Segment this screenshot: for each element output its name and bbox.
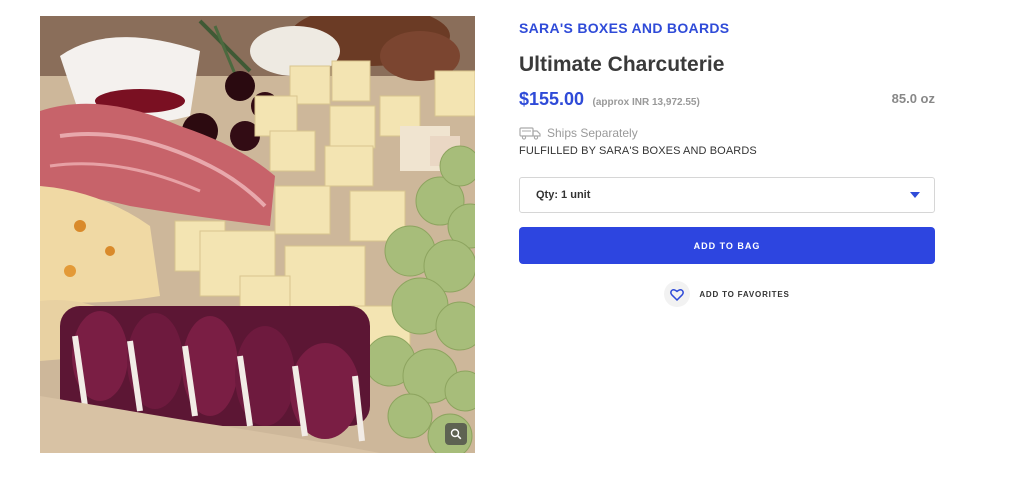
charcuterie-photo <box>40 16 475 453</box>
truck-icon <box>519 127 541 140</box>
product-details: SARA'S BOXES AND BOARDS Ultimate Charcut… <box>519 16 935 307</box>
quantity-value: Qty: 1 unit <box>536 189 591 201</box>
product-title: Ultimate Charcuterie <box>519 53 725 76</box>
shipping-note-text: Ships Separately <box>547 126 638 140</box>
chevron-down-icon <box>910 192 920 198</box>
favorite-icon-wrapper <box>664 281 691 307</box>
add-to-favorites-label: ADD TO FAVORITES <box>699 289 790 299</box>
price-row: $155.00 (approx INR 13,972.55) 85.0 oz <box>519 89 935 113</box>
approx-price: (approx INR 13,972.55) <box>592 97 700 108</box>
shipping-note: Ships Separately <box>519 125 935 141</box>
fulfilled-by: FULFILLED BY SARA'S BOXES AND BOARDS <box>519 145 757 157</box>
product-weight: 85.0 oz <box>891 91 935 106</box>
product-page: SARA'S BOXES AND BOARDS Ultimate Charcut… <box>0 0 1024 478</box>
heart-icon <box>670 288 685 301</box>
product-image[interactable] <box>40 16 475 453</box>
add-to-favorites-button[interactable]: ADD TO FAVORITES <box>519 281 935 307</box>
price: $155.00 <box>519 89 585 109</box>
add-to-bag-button[interactable]: ADD TO BAG <box>519 227 935 264</box>
zoom-icon <box>450 428 462 440</box>
quantity-select[interactable]: Qty: 1 unit <box>519 177 935 213</box>
vendor-link[interactable]: SARA'S BOXES AND BOARDS <box>519 18 729 38</box>
zoom-button[interactable] <box>445 423 467 445</box>
